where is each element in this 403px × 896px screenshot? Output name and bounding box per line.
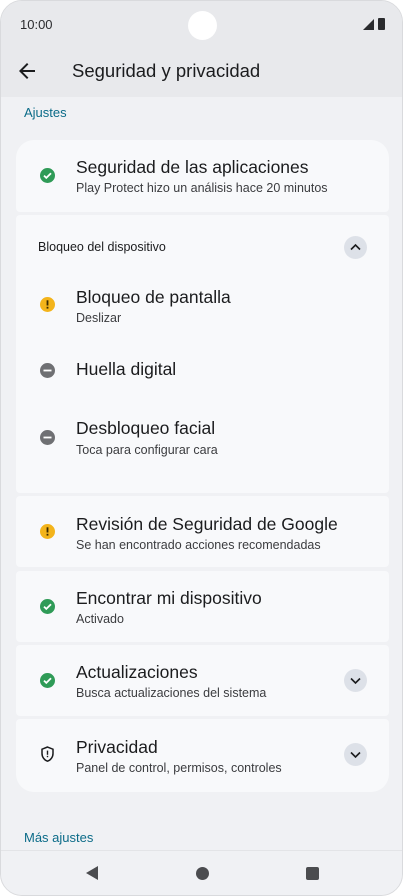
warning-icon [40, 297, 55, 312]
privacy-title: Privacidad [76, 737, 158, 757]
google-checkup-title: Revisión de Seguridad de Google [76, 514, 338, 534]
updates-subtitle: Busca actualizaciones del sistema [76, 686, 267, 700]
nav-recents-icon[interactable] [306, 867, 319, 880]
face-unlock-item[interactable]: Desbloqueo facial Toca para configurar c… [16, 405, 389, 461]
disabled-icon [40, 430, 55, 445]
warning-icon [40, 524, 55, 539]
phone-screen: 10:00 Seguridad y privacidad Ajustes Seg… [0, 0, 403, 896]
app-security-item[interactable]: Seguridad de las aplicaciones Play Prote… [16, 140, 389, 212]
privacy-subtitle: Panel de control, permisos, controles [76, 761, 282, 775]
privacy-item[interactable]: Privacidad Panel de control, permisos, c… [16, 719, 389, 792]
status-time: 10:00 [20, 17, 53, 32]
app-security-subtitle: Play Protect hizo un análisis hace 20 mi… [76, 181, 328, 195]
google-checkup-item[interactable]: Revisión de Seguridad de Google Se han e… [16, 496, 389, 567]
check-circle-icon [40, 673, 55, 688]
shield-icon [40, 746, 55, 762]
device-lock-label: Bloqueo del dispositivo [38, 240, 166, 254]
status-bar: 10:00 [1, 1, 402, 47]
find-device-title: Encontrar mi dispositivo [76, 588, 262, 608]
app-security-title: Seguridad de las aplicaciones [76, 157, 309, 177]
screen-lock-subtitle: Deslizar [76, 311, 122, 325]
navigation-bar [1, 850, 402, 895]
app-bar: Seguridad y privacidad [1, 47, 402, 97]
battery-icon [378, 18, 385, 30]
nav-back-icon[interactable] [86, 866, 98, 880]
check-circle-icon [40, 168, 55, 183]
signal-icon [363, 18, 374, 30]
device-lock-group: Bloqueo del dispositivo Bloqueo de panta… [16, 215, 389, 493]
face-unlock-title: Desbloqueo facial [76, 418, 216, 438]
chevron-down-icon [350, 751, 361, 759]
updates-item[interactable]: Actualizaciones Busca actualizaciones de… [16, 645, 389, 716]
chevron-down-icon [350, 677, 361, 685]
check-circle-icon [40, 599, 55, 614]
page-title: Seguridad y privacidad [72, 60, 261, 81]
screen-lock-title: Bloqueo de pantalla [76, 287, 231, 307]
fingerprint-item[interactable]: Huella digital [16, 345, 389, 395]
face-unlock-subtitle: Toca para configurar cara [76, 443, 218, 457]
updates-title: Actualizaciones [76, 662, 198, 682]
chevron-up-icon [350, 243, 361, 251]
google-checkup-subtitle: Se han encontrado acciones recomendadas [76, 538, 321, 552]
collapse-button[interactable] [344, 236, 367, 259]
screen-lock-item[interactable]: Bloqueo de pantalla Deslizar [16, 275, 389, 331]
arrow-back-icon[interactable] [15, 59, 39, 83]
system-icons [363, 18, 385, 30]
section-header-settings: Ajustes [24, 105, 67, 120]
find-device-subtitle: Activado [76, 612, 124, 626]
find-device-item[interactable]: Encontrar mi dispositivo Activado [16, 571, 389, 642]
disabled-icon [40, 363, 55, 378]
expand-button[interactable] [344, 669, 367, 692]
expand-button[interactable] [344, 743, 367, 766]
camera-cutout [188, 11, 217, 40]
section-header-more-settings: Más ajustes [24, 830, 94, 845]
fingerprint-title: Huella digital [76, 359, 177, 379]
nav-home-icon[interactable] [196, 867, 209, 880]
